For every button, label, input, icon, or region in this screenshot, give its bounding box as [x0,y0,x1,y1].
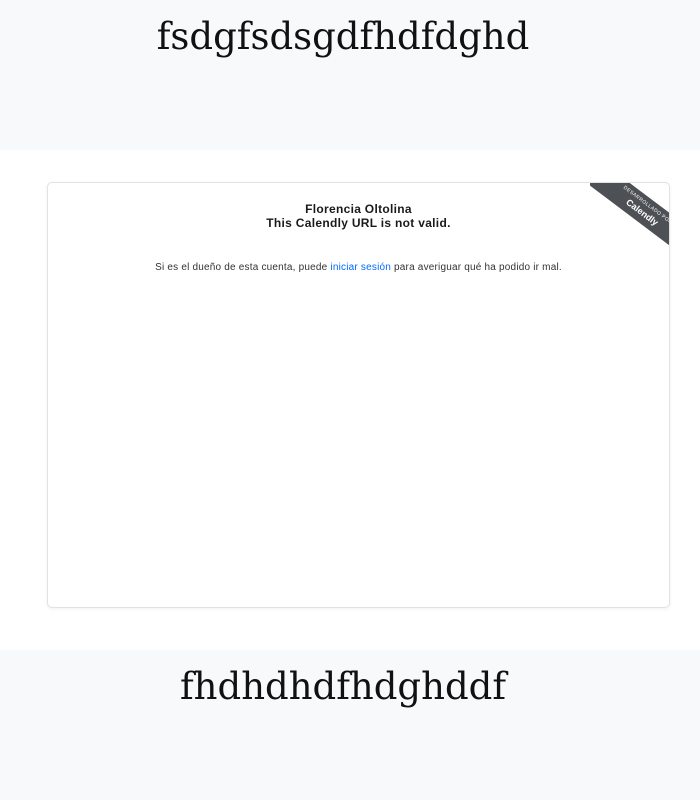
powered-by-calendly-badge[interactable]: DESARROLLADO POR Calendly [590,183,669,246]
help-text: Si es el dueño de esta cuenta, puede ini… [48,262,669,273]
top-section: fsdgfsdsgdfhdfdghd [0,0,700,150]
calendly-embed-section: Florencia Oltolina This Calendly URL is … [0,150,700,650]
top-heading: fsdgfsdsgdfhdfdghd [156,15,530,58]
bottom-heading: fhdhdhdfhdghddf [179,665,507,708]
invalid-url-message: This Calendly URL is not valid. [266,216,451,230]
badge-ribbon: DESARROLLADO POR Calendly [590,183,669,246]
bottom-section: fhdhdhdfhdghddf [0,650,700,800]
help-text-prefix: Si es el dueño de esta cuenta, puede [155,262,331,273]
login-link[interactable]: iniciar sesión [330,262,391,273]
help-text-suffix: para averiguar qué ha podido ir mal. [391,262,562,273]
owner-name: Florencia Oltolina [305,202,412,216]
calendly-embed-card: Florencia Oltolina This Calendly URL is … [47,182,670,608]
